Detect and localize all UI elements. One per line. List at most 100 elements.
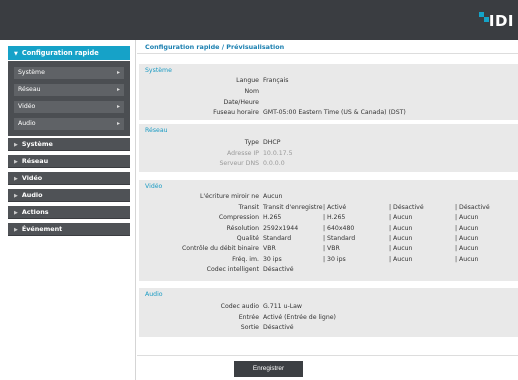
field-label: Adresse IP: [226, 150, 259, 157]
field-value: | Aucun: [389, 245, 413, 252]
field-label: Type: [244, 139, 259, 146]
field-label: Fuseau horaire: [213, 109, 259, 116]
submenu-item-label: Audio: [18, 120, 36, 127]
brand-logo: IDI: [478, 12, 514, 30]
field-value: | Aucun: [389, 225, 413, 232]
sidebar-item-label: Système: [21, 140, 53, 148]
sidebar-item-video[interactable]: ▶ Vidéo: [8, 172, 130, 185]
section-title: Système: [145, 67, 172, 74]
sidebar-item-reseau[interactable]: ▶ Réseau: [8, 155, 130, 168]
field-value: | Aucun: [455, 214, 479, 221]
field-label: Sortie: [240, 324, 259, 331]
field-label: Date/Heure: [223, 99, 259, 106]
field-value: 0.0.0.0: [263, 160, 285, 167]
field-value: | Aucun: [455, 256, 479, 263]
submenu-item-label: Réseau: [18, 86, 41, 93]
chevron-right-icon: ▸: [116, 103, 120, 110]
field-label: Fréq. im.: [232, 256, 259, 263]
chevron-right-icon: ▸: [116, 86, 120, 93]
submenu-item-video[interactable]: Vidéo ▸: [14, 101, 124, 113]
sidebar-item-label: Vidéo: [21, 174, 43, 182]
field-value: DHCP: [263, 139, 281, 146]
field-label: Codec audio: [220, 303, 259, 310]
page-title: Configuration rapide / Prévisualisation: [137, 40, 518, 54]
field-label: Transit: [238, 204, 260, 211]
chevron-right-icon: ▶: [14, 227, 18, 233]
sidebar-item-audio[interactable]: ▶ Audio: [8, 189, 130, 202]
field-value: | Désactivé: [455, 204, 490, 211]
sidebar: ▼ Configuration rapide Système ▸ Réseau ▸…: [0, 40, 136, 380]
field-value: | Aucun: [455, 235, 479, 242]
field-value: | H.265: [323, 214, 346, 221]
sidebar-item-label: Configuration rapide: [21, 49, 99, 57]
field-value: VBR: [263, 245, 276, 252]
field-value: Standard: [263, 235, 292, 242]
section-systeme: Système Langue Français Nom Date/Heure F…: [139, 64, 518, 120]
chevron-right-icon: ▶: [14, 193, 18, 199]
field-value: | Aucun: [389, 235, 413, 242]
field-value: Désactivé: [263, 266, 294, 273]
field-label: Entrée: [238, 314, 259, 321]
field-value: | 640x480: [323, 225, 355, 232]
field-value: | Activé: [323, 204, 347, 211]
chevron-right-icon: ▶: [14, 142, 18, 148]
field-value: | Aucun: [389, 214, 413, 221]
sidebar-submenu: Système ▸ Réseau ▸ Vidéo ▸ Audio ▸: [8, 61, 130, 136]
field-value: 30 ips: [263, 256, 282, 263]
field-value: | VBR: [323, 245, 340, 252]
field-value: Transit d'enregistrem: [263, 204, 323, 211]
sidebar-item-actions[interactable]: ▶ Actions: [8, 206, 130, 219]
save-button[interactable]: Enregistrer: [234, 361, 303, 377]
field-label: Compression: [218, 214, 259, 221]
field-label: Qualité: [236, 235, 259, 242]
main-content: Configuration rapide / Prévisualisation …: [137, 40, 518, 380]
field-value: Aucun: [263, 193, 283, 200]
top-bar: IDI: [0, 0, 518, 40]
submenu-item-systeme[interactable]: Système ▸: [14, 67, 124, 79]
field-value: | Aucun: [455, 245, 479, 252]
footer-bar: Enregistrer: [137, 355, 518, 380]
section-video: Vidéo L'écriture miroir ne Aucun Transit…: [139, 180, 518, 281]
submenu-item-audio[interactable]: Audio ▸: [14, 118, 124, 130]
field-value: 10.0.17.5: [263, 150, 293, 157]
field-value: | 30 ips: [323, 256, 346, 263]
chevron-right-icon: ▸: [116, 120, 120, 127]
chevron-right-icon: ▶: [14, 210, 18, 216]
field-value: H.265: [263, 214, 282, 221]
chevron-right-icon: ▸: [116, 69, 120, 76]
chevron-down-icon: ▼: [14, 51, 18, 57]
field-label: Contrôle du débit binaire: [181, 245, 259, 252]
section-audio: Audio Codec audio G.711 u-Law Entrée Act…: [139, 288, 518, 337]
field-value: | Désactivé: [389, 204, 424, 211]
field-label: L'écriture miroir ne: [199, 193, 259, 200]
field-value: Activé (Entrée de ligne): [263, 314, 336, 321]
section-reseau: Réseau Type DHCP Adresse IP 10.0.17.5 Se…: [139, 124, 518, 172]
field-label: Résolution: [226, 225, 259, 232]
field-value: GMT-05:00 Eastern Time (US & Canada) (DS…: [263, 109, 406, 116]
field-label: Serveur DNS: [219, 160, 260, 167]
section-title: Audio: [145, 291, 163, 298]
section-title: Vidéo: [145, 183, 163, 190]
field-value: Désactivé: [263, 324, 294, 331]
sidebar-item-label: Événement: [21, 225, 63, 233]
sidebar-item-label: Actions: [21, 208, 49, 216]
submenu-item-label: Vidéo: [18, 103, 36, 110]
submenu-item-reseau[interactable]: Réseau ▸: [14, 84, 124, 96]
field-value: Français: [263, 77, 289, 84]
section-title: Réseau: [145, 127, 168, 134]
sidebar-item-label: Audio: [21, 191, 43, 199]
chevron-right-icon: ▶: [14, 176, 18, 182]
field-label: Nom: [244, 88, 259, 95]
logo-text: IDI: [488, 12, 514, 30]
field-label: Langue: [236, 77, 259, 84]
sidebar-item-configuration-rapide[interactable]: ▼ Configuration rapide: [8, 46, 130, 60]
sidebar-item-evenement[interactable]: ▶ Événement: [8, 223, 130, 236]
submenu-item-label: Système: [18, 69, 45, 76]
field-value: | Standard: [323, 235, 356, 242]
sidebar-item-systeme[interactable]: ▶ Système: [8, 138, 130, 151]
chevron-right-icon: ▶: [14, 159, 18, 165]
field-value: | Aucun: [455, 225, 479, 232]
field-value: | Aucun: [389, 256, 413, 263]
sidebar-item-label: Réseau: [21, 157, 49, 165]
logo-square-icon: [483, 17, 489, 22]
